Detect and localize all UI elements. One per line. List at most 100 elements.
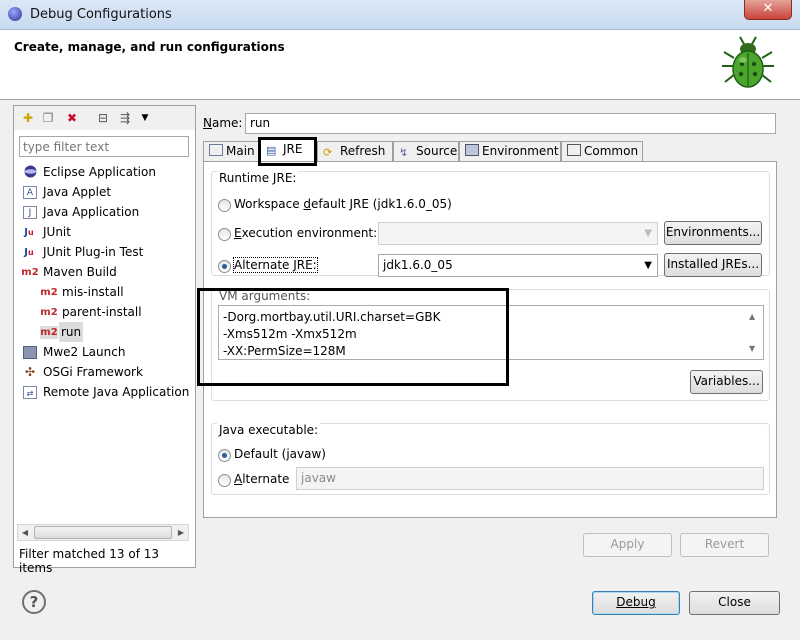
refresh-icon: ⟳ — [323, 146, 333, 159]
variables-button[interactable]: Variables... — [690, 370, 763, 394]
tree-item-label: JUnit — [43, 225, 71, 239]
apply-button[interactable]: Apply — [583, 533, 672, 557]
vm-arguments-highlight — [197, 288, 509, 386]
tree-item-osgi-framework[interactable]: ✣ OSGi Framework — [19, 362, 194, 382]
scroll-left-icon[interactable]: ◀ — [18, 525, 32, 540]
tree-item-mis-install[interactable]: m2 mis-install — [19, 282, 194, 302]
vm-arguments-scrollbar[interactable]: ▲ ▼ — [746, 306, 763, 359]
alternate-executable-label: Alternate — [234, 472, 290, 486]
java-executable-group: Java executable: Default (javaw) Alterna… — [211, 423, 770, 495]
collapse-all-icon[interactable]: ⊟ — [96, 111, 110, 125]
environments-button[interactable]: Environments... — [664, 221, 762, 245]
environment-icon — [465, 144, 479, 156]
filter-input[interactable] — [19, 136, 189, 157]
filter-icon[interactable]: ⇶ — [118, 111, 132, 125]
left-toolbar: ✚ ❐ ✖ ⊟ ⇶ ▼ — [14, 106, 195, 130]
installed-jres-button[interactable]: Installed JREs... — [664, 253, 762, 277]
duplicate-icon[interactable]: ❐ — [41, 111, 55, 125]
execution-environment-select[interactable]: ▼ — [378, 222, 658, 245]
view-menu-chevron-down-icon[interactable]: ▼ — [138, 111, 152, 125]
common-icon — [567, 144, 581, 156]
alternate-executable-radio[interactable] — [218, 474, 231, 487]
scrollbar-thumb[interactable] — [34, 526, 172, 539]
source-icon: ↯ — [399, 146, 409, 159]
osgi-icon: ✣ — [24, 365, 36, 379]
scroll-right-icon[interactable]: ▶ — [174, 525, 188, 540]
new-config-icon[interactable]: ✚ — [21, 111, 35, 125]
jre-tab-content: Runtime JRE: Workspace default JRE (jdk1… — [197, 161, 777, 518]
filter-status: Filter matched 13 of 13 items — [19, 547, 160, 575]
tree-item-label: Java Application — [43, 205, 140, 219]
remote-java-icon: ⇄ — [23, 386, 37, 399]
maven-icon: m2 — [40, 307, 58, 318]
name-label: Name: — [203, 116, 243, 130]
runtime-jre-group: Runtime JRE: Workspace default JRE (jdk1… — [211, 171, 770, 277]
tree-item-label: Maven Build — [43, 265, 117, 279]
mwe2-icon — [23, 346, 37, 359]
default-executable-label: Default (javaw) — [234, 447, 326, 461]
scroll-down-icon[interactable]: ▼ — [749, 340, 755, 357]
alternate-jre-radio[interactable] — [218, 260, 231, 273]
tree-item-mwe2-launch[interactable]: Mwe2 Launch — [19, 342, 194, 362]
tab-source[interactable]: ↯ Source — [393, 141, 459, 161]
main-tab-icon — [209, 144, 223, 156]
tab-refresh[interactable]: ⟳ Refresh — [317, 141, 393, 161]
tree-item-run[interactable]: m2 run — [19, 322, 194, 342]
tab-common[interactable]: Common — [561, 141, 643, 161]
tree-item-label: JUnit Plug-in Test — [43, 245, 144, 259]
debug-configurations-window: Debug Configurations ✕ Create, manage, a… — [0, 0, 800, 640]
java-app-icon: J — [23, 206, 37, 219]
workspace-default-radio[interactable] — [218, 199, 231, 212]
tree-item-eclipse-application[interactable]: Eclipse Application — [19, 162, 194, 182]
close-button[interactable]: Close — [689, 591, 780, 615]
execution-environment-label: Execution environment: — [234, 226, 378, 240]
jre-tab-highlight — [258, 137, 317, 166]
window-title: Debug Configurations — [30, 7, 172, 22]
execution-environment-radio[interactable] — [218, 228, 231, 241]
tree-item-junit-plugin-test[interactable]: Ju JUnit Plug-in Test — [19, 242, 194, 262]
revert-button[interactable]: Revert — [680, 533, 769, 557]
chevron-down-icon: ▼ — [644, 260, 652, 271]
tree-item-parent-install[interactable]: m2 parent-install — [19, 302, 194, 322]
tree-item-java-applet[interactable]: A Java Applet — [19, 182, 194, 202]
junit-icon: Ju — [24, 227, 34, 238]
chevron-down-icon: ▼ — [644, 228, 652, 239]
alternate-jre-select[interactable]: jdk1.6.0_05 ▼ — [378, 254, 658, 277]
tree-item-label: Mwe2 Launch — [43, 345, 126, 359]
banner: Create, manage, and run configurations — [0, 30, 800, 100]
alternate-executable-input[interactable]: javaw — [296, 467, 764, 490]
workspace-default-label: Workspace default JRE (jdk1.6.0_05) — [234, 197, 452, 211]
config-tree: Eclipse Application A Java Applet J Java… — [19, 162, 194, 402]
tree-item-label: run — [59, 322, 84, 342]
maven-icon: m2 — [40, 326, 58, 339]
tree-item-java-application[interactable]: J Java Application — [19, 202, 194, 222]
scroll-up-icon[interactable]: ▲ — [749, 308, 755, 325]
debug-button[interactable]: Debug — [592, 591, 680, 615]
tree-horizontal-scrollbar[interactable]: ◀ ▶ — [17, 524, 189, 541]
config-editor-panel: Name: run Main ▤ JRE ⟳ Refresh ↯ Source Env… — [197, 105, 784, 568]
window-close-button[interactable]: ✕ — [744, 0, 792, 20]
tab-environment[interactable]: Environment — [459, 141, 561, 161]
tree-item-label: Eclipse Application — [43, 165, 156, 179]
tree-item-label: parent-install — [62, 305, 142, 319]
config-name-input[interactable]: run — [245, 113, 776, 134]
java-applet-icon: A — [23, 186, 37, 199]
launch-config-tree-panel: ✚ ❐ ✖ ⊟ ⇶ ▼ Eclipse Application A Java A… — [13, 105, 196, 575]
maven-icon: m2 — [40, 287, 58, 298]
runtime-jre-title: Runtime JRE: — [217, 171, 299, 185]
junit-plugin-icon: Ju — [24, 247, 34, 258]
default-executable-radio[interactable] — [218, 449, 231, 462]
eclipse-app-icon — [23, 165, 37, 178]
alternate-jre-label: Alternate JRE: — [233, 257, 318, 273]
java-executable-title: Java executable: — [217, 423, 321, 437]
debug-bug-icon — [722, 36, 774, 88]
tab-main[interactable]: Main — [203, 141, 260, 161]
delete-icon[interactable]: ✖ — [65, 111, 79, 125]
close-icon: ✕ — [762, 1, 774, 16]
tree-item-remote-java-application[interactable]: ⇄ Remote Java Application — [19, 382, 194, 402]
eclipse-icon — [8, 7, 22, 21]
tree-item-maven-build[interactable]: m2 Maven Build — [19, 262, 194, 282]
help-icon[interactable]: ? — [22, 590, 46, 614]
tree-item-junit[interactable]: Ju JUnit — [19, 222, 194, 242]
title-bar: Debug Configurations ✕ — [0, 0, 800, 30]
